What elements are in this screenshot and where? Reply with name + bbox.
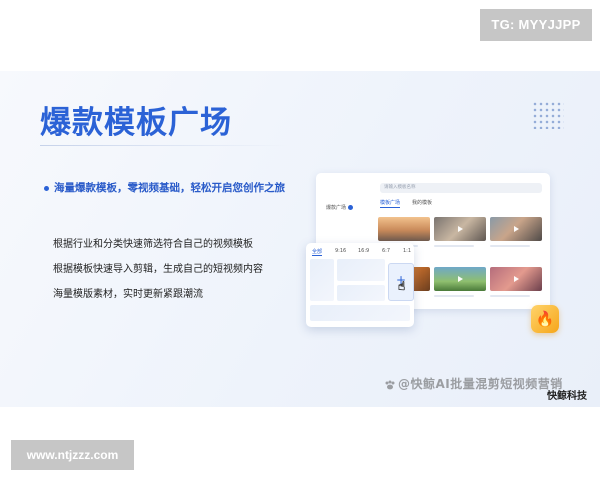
bullet-dot-icon — [44, 185, 49, 191]
play-icon — [514, 226, 519, 232]
brand-label: 快鲸科技 — [547, 391, 587, 402]
template-thumbnail[interactable] — [434, 267, 486, 291]
template-thumbnail[interactable] — [434, 217, 486, 241]
thumbnail-caption-line — [490, 245, 530, 247]
url-badge: www.ntjzzz.com — [11, 440, 134, 470]
ratio-tab-1-1[interactable]: 1:1 — [403, 248, 411, 254]
template-square-slide: 爆款模板广场 海量爆款模板，零视频基础，轻松开启您创作之旅 根据行业和分类快速筛… — [0, 71, 600, 407]
dot-grid-decoration — [532, 101, 564, 129]
play-icon — [458, 276, 463, 282]
aspect-ratio-panel: 全部 9:16 16:9 6:7 1:1 + ☝ — [306, 243, 414, 327]
template-slot[interactable] — [337, 285, 385, 301]
thumbnail-caption-line — [434, 245, 474, 247]
template-thumbnail[interactable] — [378, 217, 430, 241]
slide-title: 爆款模板广场 — [40, 105, 232, 141]
thumbnail-caption-line — [490, 295, 530, 297]
slide-subtitle: 海量爆款模板，零视频基础，轻松开启您创作之旅 — [44, 180, 285, 195]
fire-icon[interactable]: 🔥 — [531, 305, 559, 333]
feature-item: 根据行业和分类快速筛选符合自己的视频模板 — [53, 239, 253, 250]
page: TG: MYYJJPP 爆款模板广场 海量爆款模板，零视频基础，轻松开启您创作之… — [0, 0, 600, 480]
template-thumbnail[interactable] — [490, 217, 542, 241]
feature-item: 根据模板快速导入剪辑，生成自己的短视频内容 — [53, 264, 263, 275]
template-slot[interactable] — [310, 305, 410, 321]
tab-template-square[interactable]: 模板广场 — [380, 199, 401, 208]
template-slot[interactable] — [310, 259, 334, 301]
play-icon — [514, 276, 519, 282]
mockup-search-input[interactable]: 请输入模板名称 — [380, 183, 542, 193]
active-indicator-icon — [348, 205, 354, 210]
paw-icon — [385, 380, 395, 389]
slide-subtitle-text: 海量爆款模板，零视频基础，轻松开启您创作之旅 — [54, 182, 285, 194]
watermark-text: @快鲸AI批量混剪短视频营销 — [398, 377, 563, 391]
watermark: @快鲸AI批量混剪短视频营销 — [384, 375, 563, 392]
thumbnail-caption-line — [434, 295, 474, 297]
feature-item: 海量模版素材，实时更新紧跟潮流 — [53, 289, 203, 300]
tab-my-templates[interactable]: 我的模板 — [412, 199, 432, 206]
mockup-sidebar-label: 爆款广场 — [326, 205, 347, 211]
tg-badge: TG: MYYJJPP — [480, 9, 592, 41]
template-slot[interactable] — [337, 259, 385, 281]
play-icon — [458, 226, 463, 232]
ratio-tab-6-7[interactable]: 6:7 — [382, 248, 390, 254]
title-divider — [40, 145, 290, 146]
template-thumbnail[interactable] — [490, 267, 542, 291]
ratio-tab-all[interactable]: 全部 — [312, 248, 323, 256]
mockup-sidebar-item[interactable]: 爆款广场 — [322, 201, 370, 215]
ratio-tab-16-9[interactable]: 16:9 — [358, 248, 369, 254]
pointer-cursor-icon: ☝ — [398, 279, 406, 294]
ratio-tab-9-16[interactable]: 9:16 — [335, 248, 346, 254]
